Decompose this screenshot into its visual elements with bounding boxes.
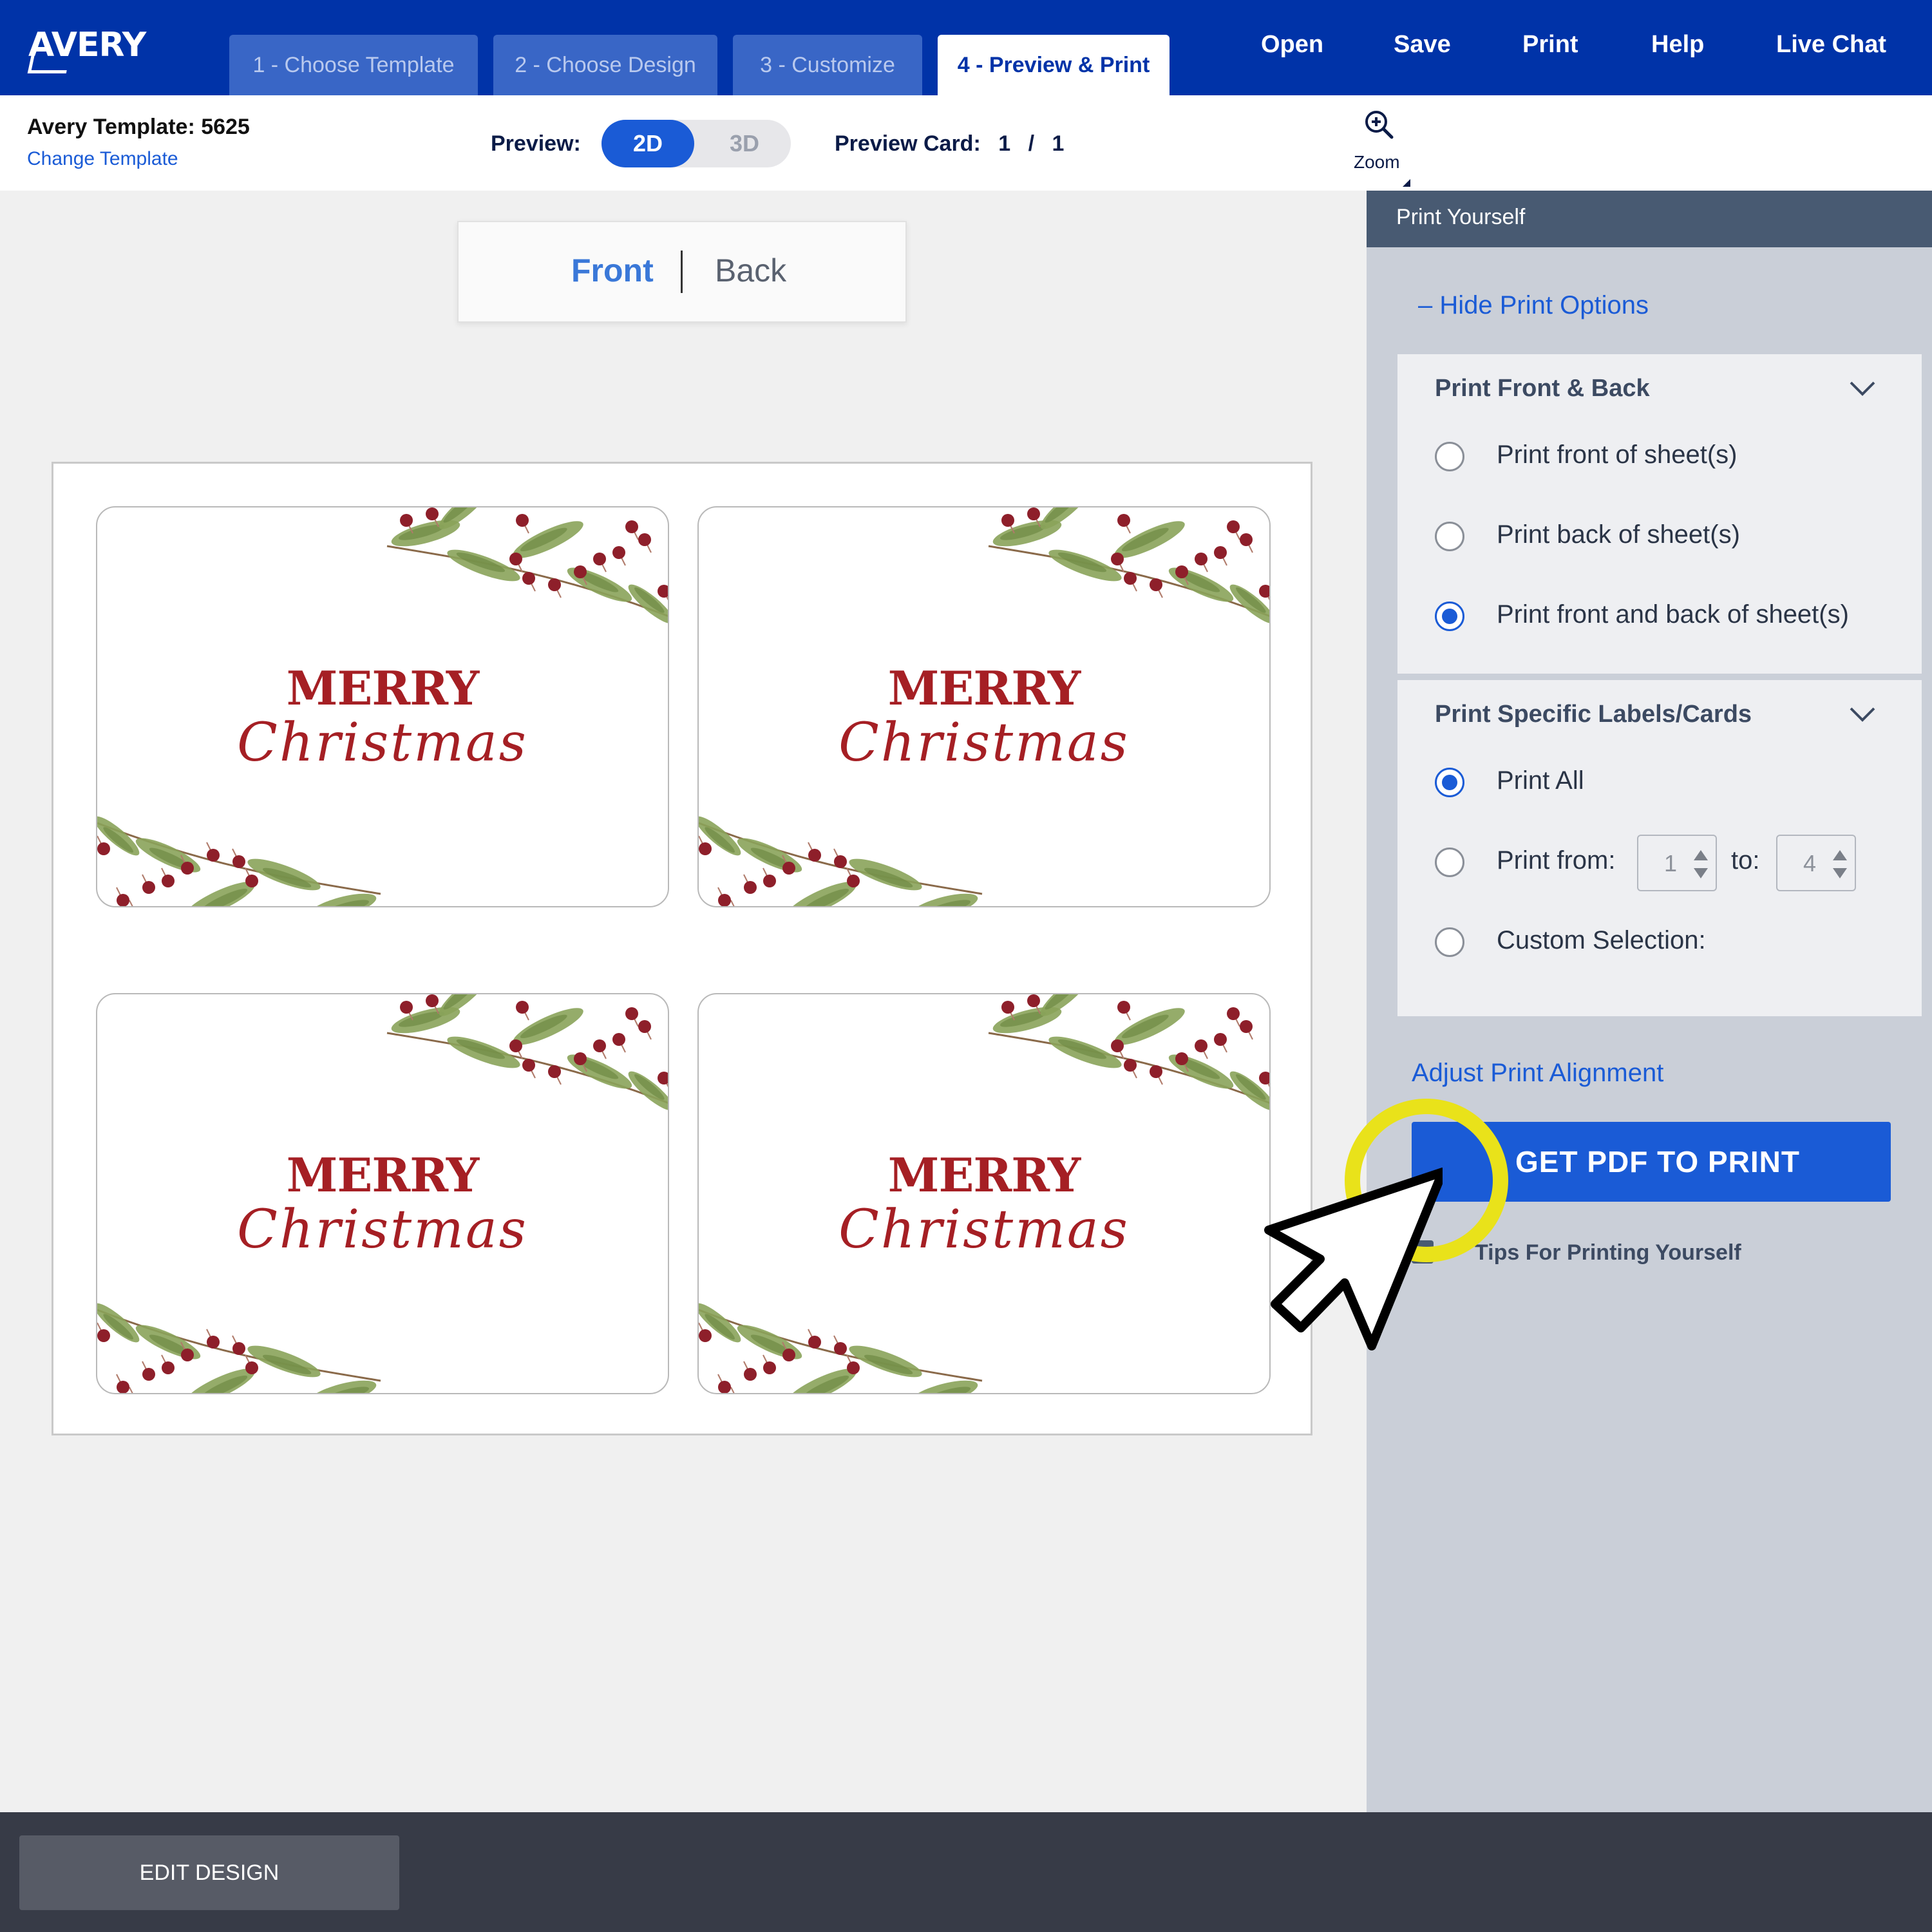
front-back-toggle: Front Back: [457, 221, 907, 323]
option-label: Print back of sheet(s): [1497, 520, 1740, 549]
option-label: Print from:: [1497, 846, 1616, 875]
cursor-pointer-icon: [1264, 1168, 1443, 1350]
print-specific-title: Print Specific Labels/Cards: [1435, 701, 1752, 728]
radio-print-from[interactable]: [1435, 848, 1464, 877]
card-merry-text: MERRY: [887, 1148, 1081, 1202]
front-tab[interactable]: Front: [571, 252, 654, 289]
to-label: to:: [1731, 846, 1760, 875]
nav-help[interactable]: Help: [1651, 31, 1704, 59]
stepper-up-icon[interactable]: [1833, 850, 1847, 860]
nav-save[interactable]: Save: [1394, 31, 1451, 59]
change-template-link[interactable]: Change Template: [27, 148, 178, 170]
print-from-stepper[interactable]: 1: [1637, 835, 1717, 891]
top-nav-bar: AVERY 1 - Choose Template 2 - Choose Des…: [0, 0, 1932, 95]
zoom-button[interactable]: Zoom: [1346, 107, 1410, 187]
sheet-preview: MERRY Christmas MERRY Christmas MERRY Ch…: [52, 462, 1312, 1435]
preview-label: Preview:: [491, 131, 581, 156]
avery-logo[interactable]: AVERY: [26, 19, 146, 75]
option-label: Custom Selection:: [1497, 926, 1706, 954]
template-title: Avery Template: 5625: [27, 115, 250, 139]
preview-3d-button[interactable]: 3D: [698, 120, 791, 167]
card-preview[interactable]: MERRY Christmas: [96, 993, 669, 1394]
radio-print-front-and-back[interactable]: [1435, 601, 1464, 631]
bottom-bar: EDIT DESIGN: [0, 1812, 1932, 1932]
card-preview[interactable]: MERRY Christmas: [697, 506, 1271, 907]
print-options-panel: Print Yourself – Hide Print Options Prin…: [1367, 191, 1932, 1812]
stepper-down-icon[interactable]: [1694, 868, 1708, 878]
preview-card-indicator: Preview Card: 1 / 1: [835, 131, 1064, 156]
front-back-divider: [681, 251, 683, 293]
option-label: Print front and back of sheet(s): [1497, 600, 1849, 629]
preview-card-label: Preview Card:: [835, 131, 981, 156]
preview-card-current: 1: [998, 131, 1011, 156]
edit-design-button[interactable]: EDIT DESIGN: [19, 1835, 399, 1910]
zoom-dropdown-icon: [1403, 179, 1410, 187]
card-christmas-text: Christmas: [838, 712, 1130, 773]
radio-print-all[interactable]: [1435, 768, 1464, 797]
card-merry-text: MERRY: [286, 661, 479, 715]
print-to-value: 4: [1803, 850, 1817, 876]
stepper-up-icon[interactable]: [1694, 850, 1708, 860]
nav-live-chat[interactable]: Live Chat: [1776, 31, 1886, 59]
back-tab[interactable]: Back: [715, 252, 786, 289]
chevron-down-icon[interactable]: [1848, 380, 1877, 398]
adjust-print-alignment-link[interactable]: Adjust Print Alignment: [1412, 1059, 1663, 1088]
page: AVERY 1 - Choose Template 2 - Choose Des…: [0, 0, 1932, 1932]
card-merry-text: MERRY: [286, 1148, 479, 1202]
card-preview[interactable]: MERRY Christmas: [96, 506, 669, 907]
print-front-back-section: Print Front & Back Print front of sheet(…: [1397, 354, 1922, 674]
preview-mode-toggle: 2D 3D: [601, 120, 791, 167]
chevron-down-icon[interactable]: [1848, 706, 1877, 724]
card-christmas-text: Christmas: [237, 1199, 528, 1260]
radio-print-back[interactable]: [1435, 522, 1464, 551]
print-specific-section: Print Specific Labels/Cards Print All Pr…: [1397, 680, 1922, 1016]
stepper-down-icon[interactable]: [1833, 868, 1847, 878]
option-label: Print All: [1497, 766, 1584, 795]
preview-toolbar: Avery Template: 5625 Change Template Pre…: [0, 95, 1932, 191]
nav-open[interactable]: Open: [1261, 31, 1323, 59]
print-to-stepper[interactable]: 4: [1776, 835, 1856, 891]
radio-custom-selection[interactable]: [1435, 927, 1464, 957]
card-christmas-text: Christmas: [237, 712, 528, 773]
print-front-back-title: Print Front & Back: [1435, 375, 1650, 402]
zoom-label: Zoom: [1354, 152, 1400, 172]
tab-preview-print[interactable]: 4 - Preview & Print: [938, 35, 1170, 95]
zoom-in-icon: [1365, 111, 1394, 139]
preview-card-total: 1: [1052, 131, 1065, 156]
print-from-value: 1: [1664, 850, 1678, 876]
preview-card-separator: /: [1028, 131, 1035, 156]
tab-choose-design[interactable]: 2 - Choose Design: [493, 35, 717, 95]
panel-title: Print Yourself: [1367, 191, 1932, 247]
tips-for-printing-link[interactable]: Tips For Printing Yourself: [1475, 1240, 1741, 1265]
tab-customize[interactable]: 3 - Customize: [733, 35, 922, 95]
hide-print-options-link[interactable]: – Hide Print Options: [1418, 291, 1649, 320]
card-preview[interactable]: MERRY Christmas: [697, 993, 1271, 1394]
card-christmas-text: Christmas: [838, 1199, 1130, 1260]
option-label: Print front of sheet(s): [1497, 440, 1738, 469]
nav-print[interactable]: Print: [1522, 31, 1578, 59]
tab-choose-template[interactable]: 1 - Choose Template: [229, 35, 478, 95]
card-merry-text: MERRY: [887, 661, 1081, 715]
radio-print-front[interactable]: [1435, 442, 1464, 471]
preview-2d-button[interactable]: 2D: [601, 120, 694, 167]
